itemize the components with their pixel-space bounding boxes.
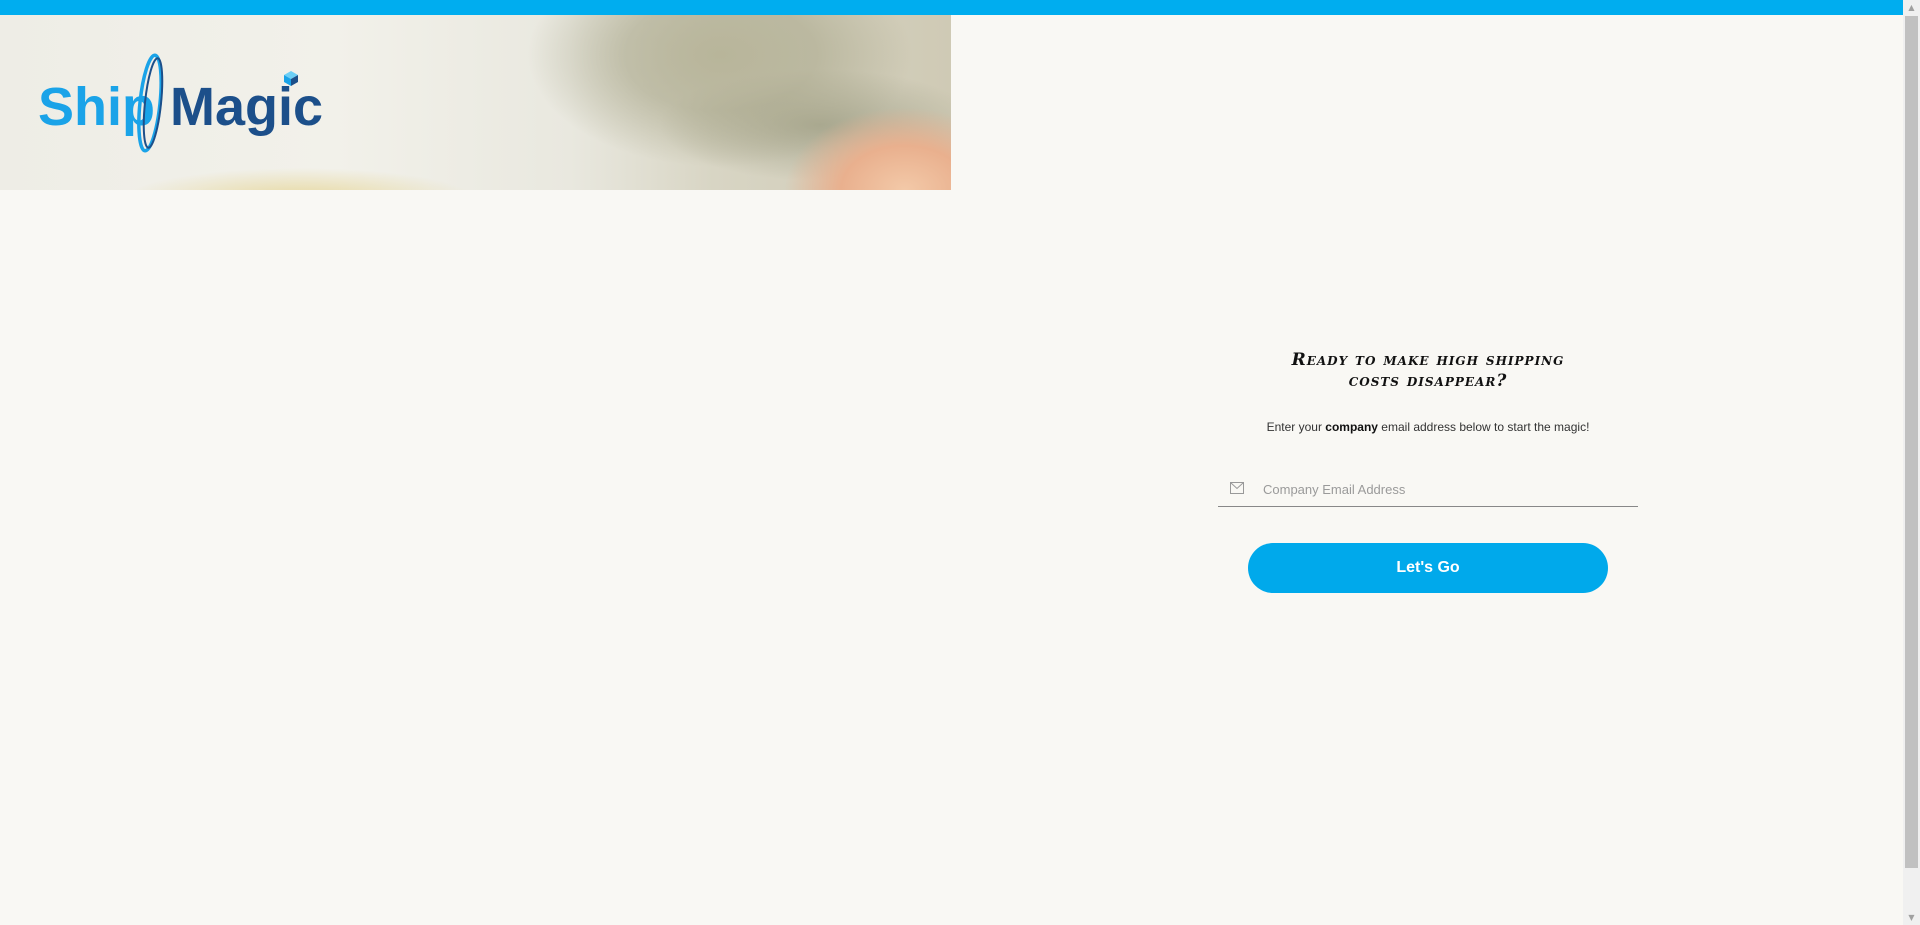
lets-go-button[interactable]: Let's Go — [1248, 543, 1608, 593]
email-field[interactable] — [1218, 474, 1638, 507]
subtext-after: email address below to start the magic! — [1377, 420, 1590, 434]
signup-panel: Ready to make high shipping costs disapp… — [1218, 350, 1638, 593]
subtext-company: company — [1325, 420, 1378, 434]
shipmagic-logo[interactable]: Ship Magic — [38, 53, 328, 153]
top-accent-bar — [0, 0, 1920, 15]
headline-line-1: Ready to make high shipping — [1291, 350, 1565, 370]
logo-text-magic: Magic — [170, 77, 323, 137]
scroll-thumb[interactable] — [1905, 16, 1918, 868]
subtext-before: Enter your — [1266, 420, 1326, 434]
email-input[interactable] — [1263, 478, 1623, 500]
signup-headline: Ready to make high shipping costs disapp… — [1268, 350, 1588, 392]
hero-banner: Ship Magic — [0, 15, 951, 190]
headline-line-2: costs disappear? — [1348, 371, 1508, 391]
mail-icon — [1230, 482, 1244, 494]
signup-instructions: Enter your company email address below t… — [1218, 420, 1638, 434]
scroll-down-arrow-icon[interactable]: ▼ — [1903, 910, 1920, 925]
scroll-up-arrow-icon[interactable]: ▲ — [1903, 0, 1920, 15]
page-scrollbar[interactable]: ▲ ▼ — [1903, 0, 1920, 925]
